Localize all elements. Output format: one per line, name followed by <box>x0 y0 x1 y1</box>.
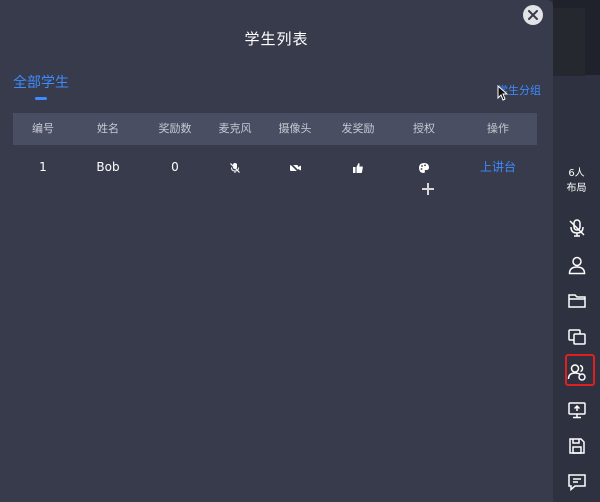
crosshair-cursor-icon <box>422 183 434 195</box>
tab-active-indicator <box>35 97 47 100</box>
windows-icon <box>568 329 586 345</box>
header-name: 姓名 <box>97 122 119 135</box>
give-reward-button[interactable] <box>327 150 389 184</box>
student-list-dialog: 学生列表 全部学生 学生分组 编号 姓名 奖励数 麦克风 摄像头 发奖励 授权 … <box>0 0 553 502</box>
cell-name: Bob <box>96 160 120 174</box>
save-button[interactable] <box>567 436 587 456</box>
mute-all-button[interactable] <box>567 218 587 238</box>
user-group-icon <box>567 364 586 381</box>
layout-count: 6人 <box>568 168 585 179</box>
right-toolbar: 6人 布局 <box>553 0 600 502</box>
close-button[interactable] <box>523 5 543 25</box>
screen-share-button[interactable] <box>567 400 587 420</box>
table-row: 1 Bob 0 上讲台 <box>13 150 537 184</box>
go-to-podium-button[interactable]: 上讲台 <box>459 150 537 184</box>
windows-button[interactable] <box>567 327 587 347</box>
student-list-button[interactable] <box>567 362 587 382</box>
close-icon <box>528 10 538 20</box>
folder-icon <box>568 294 586 308</box>
cell-rewards: 0 <box>171 160 179 174</box>
layout-label: 布局 <box>566 183 587 194</box>
camera-toggle-button[interactable] <box>263 150 327 184</box>
user-button[interactable] <box>567 255 587 275</box>
header-give-reward: 发奖励 <box>341 122 375 135</box>
mic-off-icon <box>569 219 585 237</box>
layout-button[interactable]: 6人 布局 <box>553 166 600 196</box>
chat-button[interactable] <box>567 472 587 492</box>
user-icon <box>568 256 586 275</box>
header-action: 操作 <box>487 122 509 135</box>
mouse-cursor-icon <box>497 85 508 101</box>
header-microphone: 麦克风 <box>218 122 252 135</box>
header-authorize: 授权 <box>413 122 435 135</box>
save-icon <box>569 438 585 454</box>
table-header: 编号 姓名 奖励数 麦克风 摄像头 发奖励 授权 操作 <box>13 113 537 145</box>
files-button[interactable] <box>567 291 587 311</box>
cell-id: 1 <box>39 160 47 174</box>
mic-toggle-button[interactable] <box>207 150 263 184</box>
dialog-title: 学生列表 <box>244 30 309 48</box>
camera-off-icon <box>288 161 301 174</box>
thumbs-up-icon <box>353 162 363 173</box>
header-rewards: 奖励数 <box>158 122 192 135</box>
header-id: 编号 <box>32 122 54 135</box>
authorize-button[interactable] <box>389 150 459 184</box>
header-camera: 摄像头 <box>278 122 312 135</box>
chat-icon <box>568 474 586 492</box>
tab-all-students[interactable]: 全部学生 <box>13 72 69 92</box>
mic-off-icon <box>230 162 240 173</box>
palette-icon <box>419 162 429 173</box>
screen-share-icon <box>568 402 586 419</box>
